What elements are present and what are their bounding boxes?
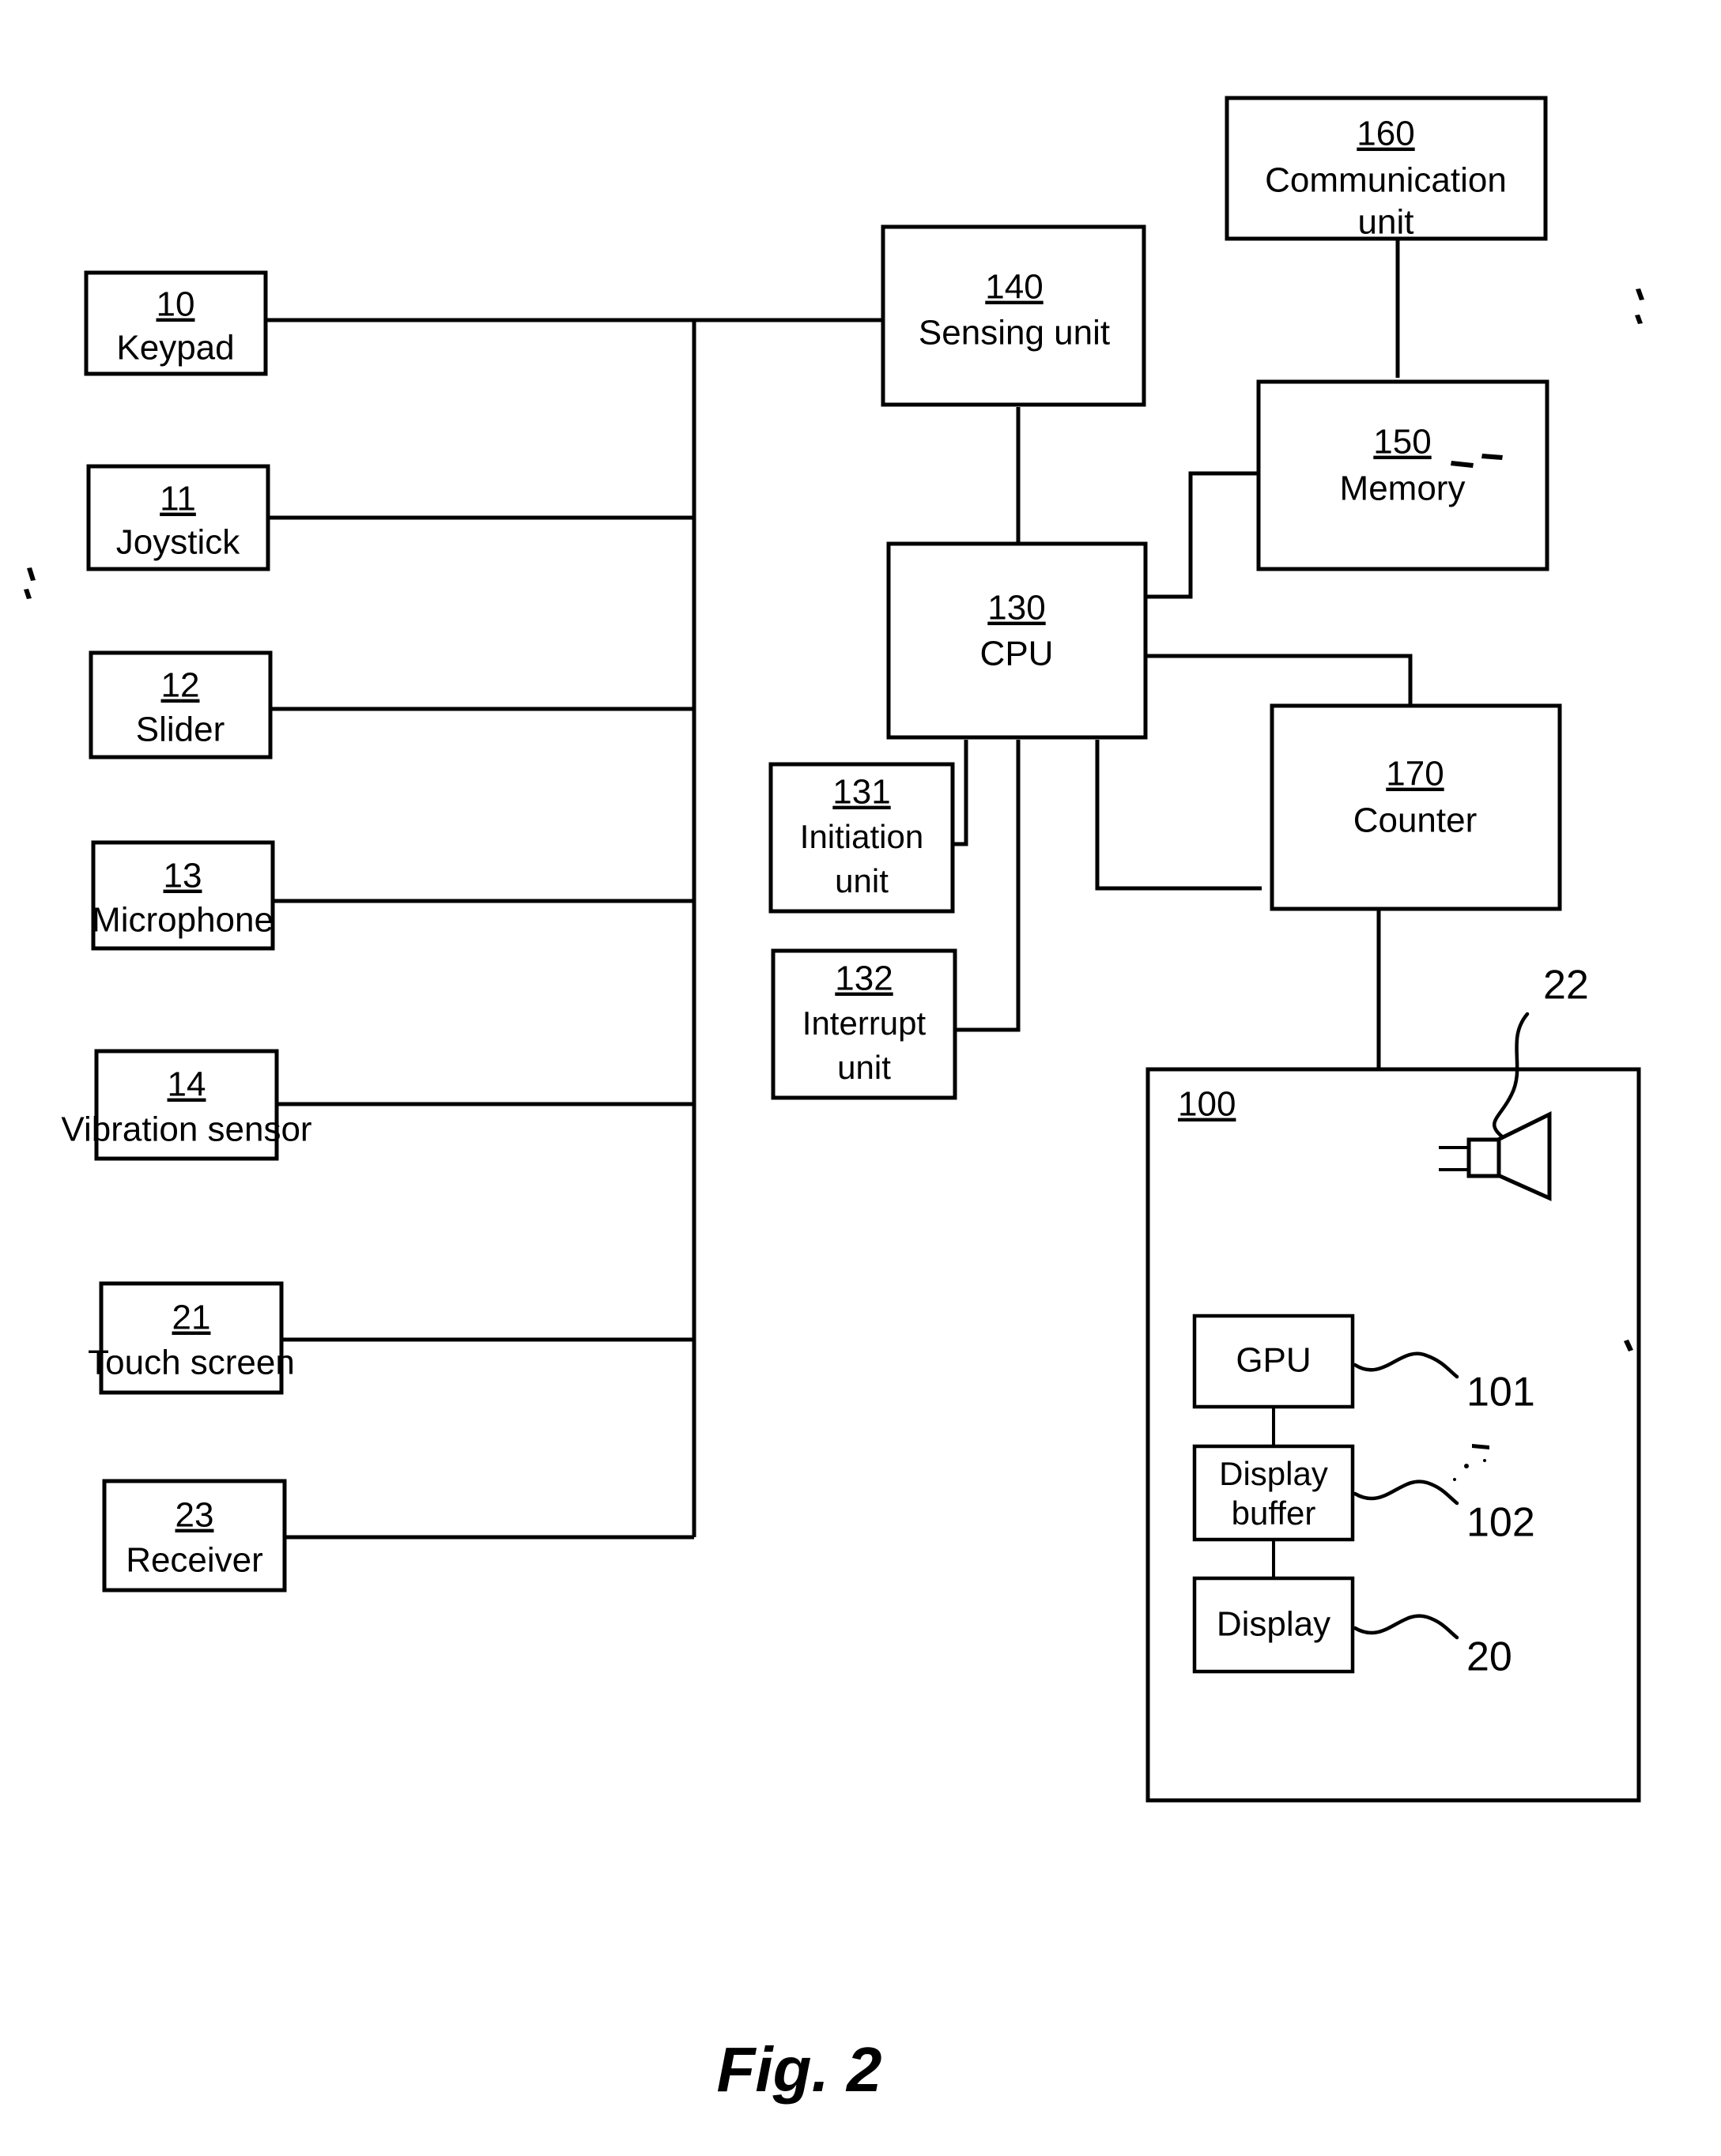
core-block-initiation-unit[interactable]: 131 Initiation unit (768, 762, 955, 914)
box-display-label: Display (1217, 1605, 1330, 1644)
scan-speckle (24, 589, 32, 599)
scan-speckle (1636, 288, 1644, 300)
patent-figure-page: 10 Keypad 11 Joystick 12 Slider 13 Micro… (0, 0, 1721, 2156)
box-communication-unit-label-line2: unit (1358, 203, 1414, 242)
box-device-100-ref: 100 (1178, 1085, 1236, 1124)
device-enclosure[interactable]: 100 (1145, 1067, 1641, 1803)
box-display-buffer-label-line1: Display (1219, 1455, 1328, 1492)
box-touch-screen-ref: 21 (172, 1298, 211, 1337)
box-vibration-sensor-label: Vibration sensor (61, 1110, 311, 1149)
input-block-vibration-sensor[interactable]: 14 Vibration sensor (61, 1049, 312, 1161)
box-microphone-ref: 13 (164, 857, 202, 895)
box-initiation-unit-ref: 131 (832, 773, 890, 812)
box-communication-unit-ref: 160 (1357, 115, 1414, 153)
box-communication-unit-label-line1: Communication (1265, 161, 1507, 200)
peripheral-block-memory[interactable]: 150 Memory (1256, 379, 1549, 571)
figure-caption: Fig. 2 (717, 2034, 882, 2105)
box-receiver-ref: 23 (175, 1496, 214, 1535)
wire-cpu-to-memory (1145, 471, 1259, 599)
diagram-canvas: 10 Keypad 11 Joystick 12 Slider 13 Micro… (24, 96, 1644, 2105)
display-ref-label: 20 (1466, 1634, 1512, 1680)
box-interrupt-unit-label-line2: unit (837, 1049, 891, 1086)
display-buffer-ref-label: 102 (1466, 1500, 1535, 1546)
input-block-microphone[interactable]: 13 Microphone (91, 840, 275, 951)
wire-cpu-to-counter (1145, 654, 1413, 710)
peripheral-block-communication-unit[interactable]: 160 Communication unit (1225, 96, 1548, 242)
box-keypad-label: Keypad (116, 329, 234, 368)
box-joystick-label: Joystick (116, 523, 240, 562)
gpu-ref-label: 101 (1466, 1370, 1535, 1415)
speaker-ref-label: 22 (1543, 963, 1589, 1008)
box-gpu-label: GPU (1236, 1341, 1311, 1380)
peripheral-block-counter[interactable]: 170 Counter (1270, 703, 1562, 911)
core-block-cpu[interactable]: 130 CPU (886, 541, 1148, 740)
scan-speckle (1635, 315, 1643, 324)
core-block-interrupt-unit[interactable]: 132 Interrupt unit (771, 948, 957, 1100)
input-block-touch-screen[interactable]: 21 Touch screen (88, 1281, 295, 1395)
box-initiation-unit-label-line2: unit (835, 862, 889, 899)
scan-speckle (1483, 1459, 1486, 1462)
scan-speckle (27, 567, 36, 581)
box-vibration-sensor-ref: 14 (168, 1065, 206, 1104)
box-interrupt-unit-ref: 132 (835, 959, 893, 998)
box-microphone-label: Microphone (92, 901, 274, 940)
box-receiver-label: Receiver (126, 1541, 263, 1580)
box-display-buffer-label-line2: buffer (1232, 1494, 1316, 1532)
box-sensing-unit-ref: 140 (985, 268, 1043, 307)
box-memory-label: Memory (1340, 469, 1466, 508)
box-joystick-ref: 11 (160, 480, 196, 518)
wire-cpu-to-counter-left (1095, 740, 1262, 891)
scan-speckle (1464, 1464, 1469, 1468)
box-cpu-ref: 130 (987, 589, 1045, 628)
box-sensing-unit-label: Sensing unit (919, 314, 1110, 352)
speaker-body (1466, 1137, 1501, 1178)
input-block-slider[interactable]: 12 Slider (89, 650, 273, 760)
box-device-100[interactable] (1145, 1067, 1641, 1803)
box-counter-ref: 170 (1386, 755, 1444, 793)
box-keypad-ref: 10 (157, 285, 195, 324)
box-interrupt-unit-label-line1: Interrupt (802, 1004, 927, 1042)
box-cpu-label: CPU (980, 635, 1054, 673)
box-slider-ref: 12 (161, 666, 200, 705)
core-block-sensing-unit[interactable]: 140 Sensing unit (881, 224, 1146, 407)
input-block-joystick[interactable]: 11 Joystick (86, 464, 270, 571)
input-block-keypad[interactable]: 10 Keypad (84, 270, 268, 376)
scan-speckle (1453, 1478, 1456, 1481)
box-touch-screen-label: Touch screen (88, 1344, 295, 1382)
box-memory-ref: 150 (1373, 423, 1431, 462)
input-block-receiver[interactable]: 23 Receiver (102, 1479, 287, 1592)
box-initiation-unit-label-line1: Initiation (800, 818, 923, 855)
box-counter-label: Counter (1353, 801, 1478, 840)
box-slider-label: Slider (136, 710, 225, 749)
